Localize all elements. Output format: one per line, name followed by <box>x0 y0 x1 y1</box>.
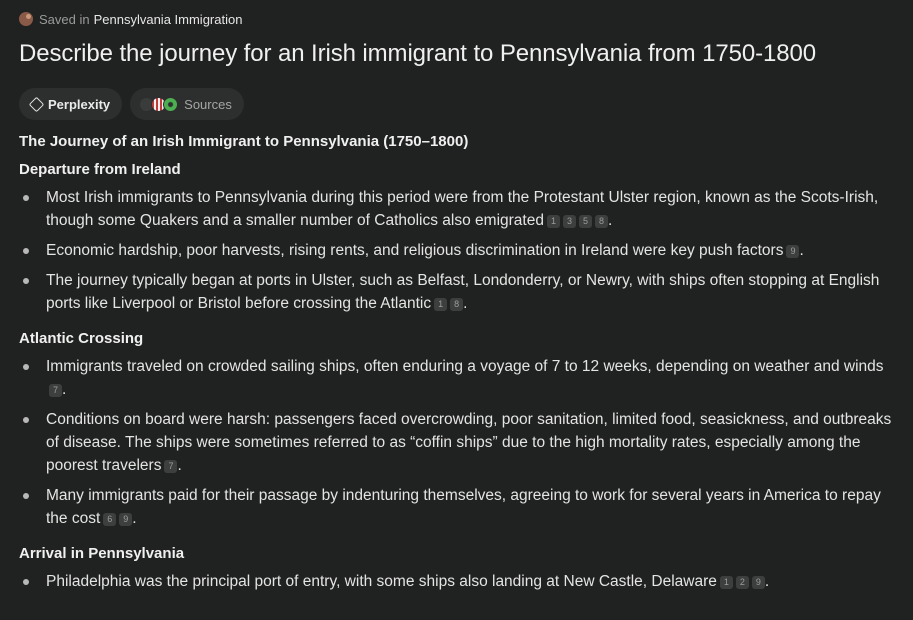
section-heading: Arrival in Pennsylvania <box>19 545 185 562</box>
sentence-period: . <box>799 242 804 259</box>
list-item-text: Immigrants traveled on crowded sailing s… <box>46 358 884 375</box>
citation-badge[interactable]: 1 <box>719 576 733 589</box>
citation-badge[interactable]: 6 <box>103 513 117 526</box>
sentence-period: . <box>132 510 137 527</box>
list-item-text: Most Irish immigrants to Pennsylvania du… <box>46 189 879 229</box>
citation-badge[interactable]: 3 <box>562 215 576 228</box>
collection-link[interactable]: Pennsylvania Immigration <box>94 12 243 27</box>
bullet-list: Immigrants traveled on crowded sailing s… <box>19 355 899 530</box>
sentence-period: . <box>764 573 770 590</box>
citation-badge[interactable]: 9 <box>786 245 800 258</box>
sentence-period: . <box>607 212 613 229</box>
citation-badge[interactable]: 2 <box>735 576 749 589</box>
bullet-list: Most Irish immigrants to Pennsylvania du… <box>19 186 899 315</box>
sentence-period: . <box>463 295 468 312</box>
list-item-text: Economic hardship, poor harvests, rising… <box>46 242 784 259</box>
citation-badge[interactable]: 9 <box>751 576 765 589</box>
saved-prefix: Saved in <box>39 11 90 27</box>
citation-badge[interactable]: 1 <box>434 298 448 311</box>
perplexity-icon <box>28 96 45 112</box>
citation-badge[interactable]: 8 <box>594 215 608 228</box>
answer-body: The Journey of an Irish Immigrant to Pen… <box>19 132 899 593</box>
list-item: Economic hardship, poor harvests, rising… <box>19 239 899 262</box>
citation-badge[interactable]: 7 <box>49 384 62 397</box>
citation-badge[interactable]: 9 <box>119 513 133 526</box>
list-item: The journey typically began at ports in … <box>19 269 899 315</box>
sentence-period: . <box>177 457 182 474</box>
bullet-list: Philadelphia was the principal port of e… <box>19 570 899 593</box>
answer-heading: The Journey of an Irish Immigrant to Pen… <box>19 133 469 150</box>
query-title: Describe the journey for an Irish immigr… <box>19 40 816 67</box>
sentence-period: . <box>62 381 67 398</box>
list-item: Philadelphia was the principal port of e… <box>19 570 899 593</box>
list-item: Immigrants traveled on crowded sailing s… <box>19 355 899 401</box>
thread-view: Saved in Pennsylvania Immigration Descri… <box>19 10 899 600</box>
list-item: Conditions on board were harsh: passenge… <box>19 408 899 477</box>
collection-icon <box>19 12 33 26</box>
source-favicon <box>163 96 179 112</box>
citation-badge[interactable]: 5 <box>578 215 592 228</box>
citation-badge[interactable]: 7 <box>164 460 178 473</box>
tab-sources[interactable]: Sources <box>130 88 244 120</box>
list-item-text: Many immigrants paid for their passage b… <box>46 487 881 527</box>
sources-icon <box>139 96 179 112</box>
answer-tabs: Perplexity Sources <box>19 88 899 120</box>
section-heading: Atlantic Crossing <box>19 330 144 347</box>
list-item: Many immigrants paid for their passage b… <box>19 484 899 530</box>
list-item-text: Philadelphia was the principal port of e… <box>46 573 717 590</box>
tab-perplexity-label: Perplexity <box>48 96 111 112</box>
tab-sources-label: Sources <box>184 96 232 112</box>
saved-collection-breadcrumb: Saved in Pennsylvania Immigration <box>19 10 899 28</box>
tab-perplexity[interactable]: Perplexity <box>19 88 123 120</box>
citation-badge[interactable]: 1 <box>546 215 560 228</box>
citation-badge[interactable]: 8 <box>450 298 464 311</box>
list-item: Most Irish immigrants to Pennsylvania du… <box>19 186 899 232</box>
section-heading: Departure from Ireland <box>19 161 181 178</box>
